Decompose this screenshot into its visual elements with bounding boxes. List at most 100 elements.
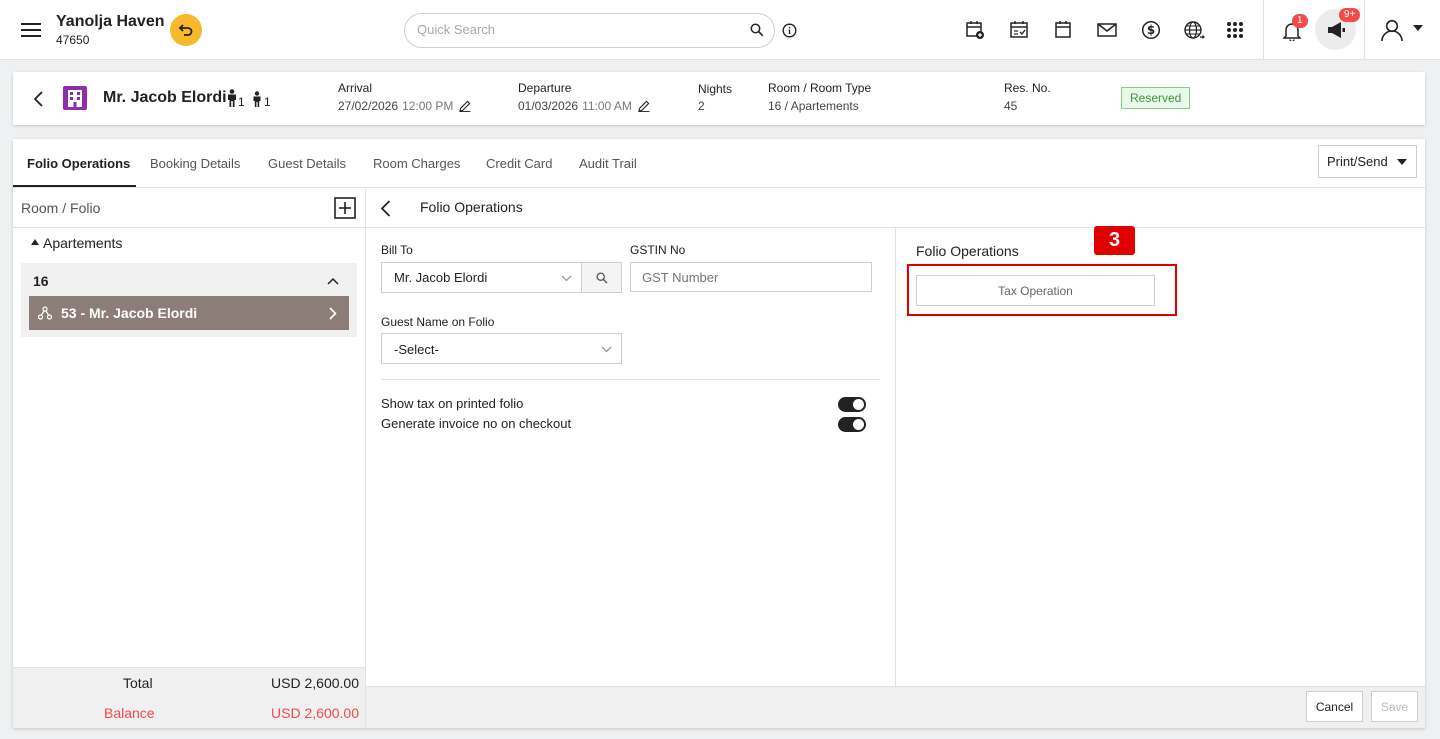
- chevron-up-icon[interactable]: [327, 277, 339, 285]
- room-value: 16 / Apartements: [768, 99, 859, 113]
- balance-label: Balance: [104, 705, 155, 721]
- divider: [1364, 0, 1365, 60]
- resno-value: 45: [1004, 99, 1018, 113]
- chevron-down-icon: [601, 346, 612, 353]
- child-icon: [252, 91, 262, 107]
- room-card: 16 53 - Mr. Jacob Elordi: [21, 263, 357, 337]
- bill-to-label: Bill To: [381, 243, 413, 257]
- calendar-check-icon[interactable]: [1007, 18, 1031, 42]
- guest-name-folio-select[interactable]: -Select-: [381, 333, 622, 364]
- divider: [1263, 0, 1264, 60]
- user-profile-icon[interactable]: [1380, 18, 1404, 42]
- search-icon: [595, 271, 608, 284]
- chevron-right-icon: [329, 307, 337, 320]
- totals-panel: Total USD 2,600.00 Balance USD 2,600.00: [13, 667, 365, 728]
- bill-to-search-button[interactable]: [581, 262, 622, 293]
- reservation-header: Mr. Jacob Elordi 1 1 Arrival 27/02/2026 …: [13, 72, 1425, 125]
- calendar-add-icon[interactable]: [963, 18, 987, 42]
- room-label: Room / Room Type: [768, 81, 872, 95]
- folio-item-label: 53 - Mr. Jacob Elordi: [61, 305, 198, 321]
- guest-name: Mr. Jacob Elordi: [103, 89, 227, 106]
- adult-icon: [227, 89, 237, 107]
- announcement-badge: 9+: [1339, 8, 1361, 22]
- show-tax-toggle[interactable]: [838, 397, 866, 412]
- divider: [13, 187, 1425, 188]
- divider: [13, 227, 365, 228]
- print-send-button[interactable]: Print/Send: [1318, 145, 1417, 178]
- collapse-triangle-icon[interactable]: [31, 239, 39, 245]
- notification-badge: 1: [1292, 14, 1308, 28]
- search-input[interactable]: [417, 22, 717, 37]
- gstin-label: GSTIN No: [630, 243, 686, 257]
- bill-to-select[interactable]: Mr. Jacob Elordi: [381, 262, 582, 293]
- departure-label: Departure: [518, 81, 572, 95]
- departure-value: 01/03/2026 11:00 AM: [518, 99, 650, 113]
- edit-departure-icon[interactable]: [638, 100, 650, 112]
- top-bar: Yanolja Haven 47650 $ 1 9+: [0, 0, 1440, 60]
- arrival-label: Arrival: [338, 81, 373, 95]
- hamburger-menu-icon[interactable]: [19, 18, 43, 42]
- hotel-name[interactable]: Yanolja Haven: [56, 13, 165, 31]
- switch-property-icon[interactable]: [170, 14, 202, 46]
- apps-grid-icon[interactable]: [1223, 18, 1247, 42]
- divider: [365, 187, 366, 728]
- divider: [381, 379, 880, 380]
- operations-title: Folio Operations: [916, 243, 1019, 259]
- globe-icon[interactable]: [1183, 18, 1207, 42]
- bill-to-value: Mr. Jacob Elordi: [394, 270, 488, 285]
- tab-guest-details[interactable]: Guest Details: [268, 156, 346, 171]
- chevron-down-icon: [561, 275, 572, 282]
- balance-value: USD 2,600.00: [271, 705, 359, 721]
- arrival-date: 27/02/2026: [338, 99, 399, 113]
- info-icon[interactable]: [782, 23, 797, 38]
- nights-label: Nights: [698, 82, 733, 96]
- split-folio-icon: [38, 306, 52, 320]
- add-folio-icon[interactable]: [334, 197, 356, 219]
- departure-time: 11:00 AM: [582, 99, 632, 113]
- gstin-input[interactable]: [630, 262, 872, 292]
- cancel-button[interactable]: Cancel: [1306, 691, 1363, 722]
- total-value: USD 2,600.00: [271, 675, 359, 691]
- adults-count: 1: [238, 95, 245, 109]
- step-number-badge: 3: [1094, 226, 1135, 255]
- guest-name-folio-label: Guest Name on Folio: [381, 315, 495, 329]
- tab-room-charges[interactable]: Room Charges: [373, 156, 460, 171]
- guest-name-folio-value: -Select-: [394, 342, 439, 357]
- folio-item-selected[interactable]: 53 - Mr. Jacob Elordi: [29, 296, 349, 330]
- svg-text:$: $: [1147, 23, 1155, 37]
- total-label: Total: [123, 675, 153, 691]
- resno-label: Res. No.: [1004, 81, 1051, 95]
- tab-folio-operations[interactable]: Folio Operations: [27, 156, 130, 171]
- status-badge: Reserved: [1121, 87, 1191, 109]
- generate-invoice-label: Generate invoice no on checkout: [381, 416, 572, 431]
- departure-date: 01/03/2026: [518, 99, 579, 113]
- caret-down-icon: [1397, 159, 1407, 165]
- search-icon[interactable]: [750, 23, 764, 37]
- arrival-value: 27/02/2026 12:00 PM: [338, 99, 471, 113]
- back-icon[interactable]: [32, 91, 44, 107]
- tab-booking-details[interactable]: Booking Details: [150, 156, 240, 171]
- tax-operation-button[interactable]: Tax Operation: [916, 275, 1155, 306]
- building-icon: [63, 86, 87, 110]
- folio-form-title: Folio Operations: [420, 199, 523, 215]
- room-number: 16: [33, 273, 49, 289]
- save-button[interactable]: Save: [1371, 691, 1418, 722]
- tab-audit-trail[interactable]: Audit Trail: [579, 156, 637, 171]
- dollar-icon[interactable]: $: [1139, 18, 1163, 42]
- arrival-time: 12:00 PM: [402, 99, 454, 113]
- back-icon[interactable]: [380, 200, 391, 217]
- room-type-group[interactable]: Apartements: [43, 235, 122, 251]
- generate-invoice-toggle[interactable]: [838, 417, 866, 432]
- mail-icon[interactable]: [1095, 18, 1119, 42]
- show-tax-label: Show tax on printed folio: [381, 396, 524, 411]
- hotel-code: 47650: [56, 33, 90, 47]
- edit-arrival-icon[interactable]: [459, 100, 471, 112]
- calendar-icon[interactable]: [1051, 18, 1075, 42]
- room-folio-title: Room / Folio: [21, 200, 101, 216]
- caret-down-icon[interactable]: [1413, 25, 1423, 31]
- children-count: 1: [264, 95, 271, 109]
- main-panel: Folio Operations Booking Details Guest D…: [13, 139, 1425, 728]
- print-send-label: Print/Send: [1327, 154, 1388, 169]
- tab-credit-card[interactable]: Credit Card: [486, 156, 552, 171]
- quick-search[interactable]: [404, 13, 775, 48]
